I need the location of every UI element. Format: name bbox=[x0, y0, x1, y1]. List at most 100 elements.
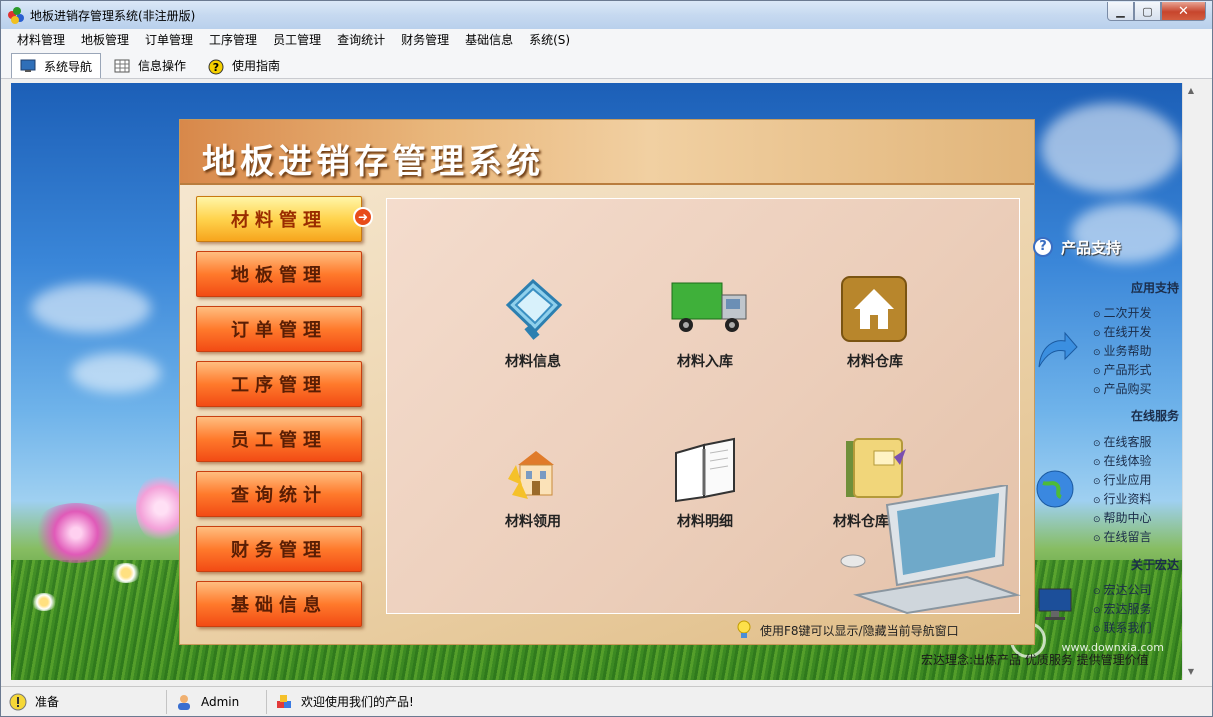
current-user: Admin bbox=[201, 694, 240, 709]
flower-decoration bbox=[31, 503, 121, 563]
nav-button-floor[interactable]: 地板管理 bbox=[196, 251, 362, 297]
status-text: 准备 bbox=[35, 695, 60, 709]
menu-orders[interactable]: 订单管理 bbox=[137, 30, 201, 50]
support-link[interactable]: 行业资料 bbox=[1093, 490, 1152, 507]
support-link[interactable]: 帮助中心 bbox=[1093, 509, 1152, 526]
menu-finance[interactable]: 财务管理 bbox=[393, 30, 457, 50]
menu-staff[interactable]: 员工管理 bbox=[265, 30, 329, 50]
grid-icon bbox=[114, 59, 130, 73]
minimize-icon: ▁ bbox=[1116, 4, 1125, 18]
tile-material-detail[interactable]: 材料明细 bbox=[635, 435, 775, 535]
tab-system-nav-label: 系统导航 bbox=[44, 59, 93, 74]
curved-arrow-icon bbox=[1035, 331, 1079, 374]
menu-query[interactable]: 查询统计 bbox=[329, 30, 393, 50]
nav-button-orders[interactable]: 订单管理 bbox=[196, 306, 362, 352]
menu-system[interactable]: 系统(S) bbox=[521, 30, 578, 50]
tab-info-ops[interactable]: 信息操作 bbox=[105, 53, 195, 78]
support-link[interactable]: 业务帮助 bbox=[1093, 342, 1152, 359]
title-bar[interactable]: 地板进销存管理系统(非注册版) ▁ ▢ ✕ bbox=[1, 1, 1212, 29]
menu-floor[interactable]: 地板管理 bbox=[73, 30, 137, 50]
help-circle-icon: ? bbox=[1033, 237, 1053, 257]
tab-user-guide-label: 使用指南 bbox=[232, 59, 281, 73]
cloud-decoration bbox=[31, 283, 151, 333]
f8-hint: 使用F8键可以显示/隐藏当前导航窗口 bbox=[736, 620, 959, 640]
support-link[interactable]: 在线留言 bbox=[1093, 528, 1152, 545]
support-link[interactable]: 宏达服务 bbox=[1093, 600, 1152, 617]
tile-label: 材料入库 bbox=[677, 354, 733, 370]
nav-button-label: 财务管理 bbox=[231, 540, 327, 561]
section-heading: 在线服务 bbox=[1130, 409, 1179, 423]
support-link[interactable]: 宏达公司 bbox=[1093, 581, 1152, 598]
maximize-button[interactable]: ▢ bbox=[1134, 2, 1161, 21]
minimize-button[interactable]: ▁ bbox=[1107, 2, 1134, 21]
support-link[interactable]: 在线客服 bbox=[1093, 433, 1152, 450]
toolbar: 系统导航 信息操作 ? 使用指南 bbox=[1, 51, 1212, 79]
document-icon bbox=[498, 275, 568, 345]
tab-system-nav[interactable]: 系统导航 bbox=[11, 53, 102, 78]
close-button[interactable]: ✕ bbox=[1161, 2, 1206, 21]
support-title: 产品支持 bbox=[1061, 239, 1122, 257]
monitor-icon bbox=[1035, 585, 1075, 628]
tile-label: 材料仓库 bbox=[847, 354, 903, 370]
menu-process[interactable]: 工序管理 bbox=[201, 30, 265, 50]
section-heading: 应用支持 bbox=[1130, 281, 1179, 295]
support-link[interactable]: 联系我们 bbox=[1093, 619, 1152, 636]
tile-label: 材料领用 bbox=[505, 514, 561, 530]
house-icon bbox=[840, 275, 910, 345]
window-title: 地板进销存管理系统(非注册版) bbox=[30, 8, 196, 23]
support-link[interactable]: 行业应用 bbox=[1093, 471, 1152, 488]
menu-materials[interactable]: 材料管理 bbox=[9, 30, 73, 50]
nav-button-query[interactable]: 查询统计 bbox=[196, 471, 362, 517]
app-window: 地板进销存管理系统(非注册版) ▁ ▢ ✕ 材料管理 地板管理 订单管理 工序管… bbox=[0, 0, 1213, 717]
nav-button-staff[interactable]: 员工管理 bbox=[196, 416, 362, 462]
user-icon bbox=[175, 693, 193, 711]
cubes-icon bbox=[275, 693, 293, 711]
navigation-panel: 地板进销存管理系统 材料管理 ➜ 地板管理 订单管理 工序管理 员工管理 查询统… bbox=[179, 119, 1035, 645]
message-segment: 欢迎使用我们的产品! bbox=[267, 690, 667, 714]
close-icon: ✕ bbox=[1178, 3, 1189, 19]
tile-material-warehouse[interactable]: 材料仓库 bbox=[805, 275, 945, 375]
user-segment: Admin bbox=[167, 689, 267, 714]
panel-title: 地板进销存管理系统 bbox=[202, 142, 544, 182]
globe-icon bbox=[1035, 469, 1075, 512]
function-area: 材料信息 材料入库 材料仓库 材料领用 材料明细 材料仓库明细 bbox=[386, 198, 1021, 615]
flower-decoration bbox=[111, 563, 141, 583]
lightbulb-icon bbox=[736, 620, 752, 640]
menu-basic-info[interactable]: 基础信息 bbox=[457, 30, 521, 50]
scroll-down-icon[interactable]: ▼ bbox=[1183, 664, 1199, 680]
section-heading: 关于宏达 bbox=[1130, 558, 1179, 572]
cloud-decoration bbox=[1041, 103, 1181, 193]
scroll-up-icon[interactable]: ▲ bbox=[1183, 83, 1199, 99]
nav-button-basic-info[interactable]: 基础信息 bbox=[196, 581, 362, 627]
nav-button-label: 材料管理 bbox=[231, 210, 327, 231]
status-segment: 准备 bbox=[1, 689, 167, 714]
tab-info-ops-label: 信息操作 bbox=[138, 59, 187, 73]
nav-button-finance[interactable]: 财务管理 bbox=[196, 526, 362, 572]
tile-material-inbound[interactable]: 材料入库 bbox=[635, 275, 775, 375]
product-support-panel: ? 产品支持 应用支持 二次开发 在线开发 业务帮助 产品形式 产品购买 在线服… bbox=[1029, 231, 1185, 641]
status-bar: 准备 Admin 欢迎使用我们的产品! bbox=[1, 686, 1212, 716]
nav-button-label: 地板管理 bbox=[231, 265, 327, 286]
support-link[interactable]: 二次开发 bbox=[1093, 304, 1152, 321]
app-logo-icon bbox=[8, 7, 24, 24]
support-link[interactable]: 在线体验 bbox=[1093, 452, 1152, 469]
nav-button-label: 基础信息 bbox=[231, 595, 327, 616]
menu-bar: 材料管理 地板管理 订单管理 工序管理 员工管理 查询统计 财务管理 基础信息 … bbox=[1, 29, 1212, 51]
truck-icon bbox=[670, 275, 747, 345]
monitor-icon bbox=[20, 59, 36, 73]
tile-label: 材料信息 bbox=[505, 354, 561, 370]
window-controls: ▁ ▢ ✕ bbox=[1107, 2, 1206, 21]
support-link[interactable]: 在线开发 bbox=[1093, 323, 1152, 340]
tile-label: 材料明细 bbox=[677, 514, 733, 530]
panel-header: 地板进销存管理系统 bbox=[180, 120, 1034, 185]
tab-user-guide[interactable]: ? 使用指南 bbox=[199, 53, 289, 78]
support-link[interactable]: 产品形式 bbox=[1093, 361, 1152, 378]
tile-material-requisition[interactable]: 材料领用 bbox=[463, 435, 603, 535]
support-link[interactable]: 产品购买 bbox=[1093, 380, 1152, 397]
tile-material-info[interactable]: 材料信息 bbox=[463, 275, 603, 375]
nav-button-label: 工序管理 bbox=[231, 375, 327, 396]
company-slogan: 宏达理念:出炼产品 优质服务 提供管理价值 bbox=[921, 653, 1149, 667]
nav-button-process[interactable]: 工序管理 bbox=[196, 361, 362, 407]
nav-button-label: 订单管理 bbox=[231, 320, 327, 341]
nav-button-materials[interactable]: 材料管理 bbox=[196, 196, 362, 242]
